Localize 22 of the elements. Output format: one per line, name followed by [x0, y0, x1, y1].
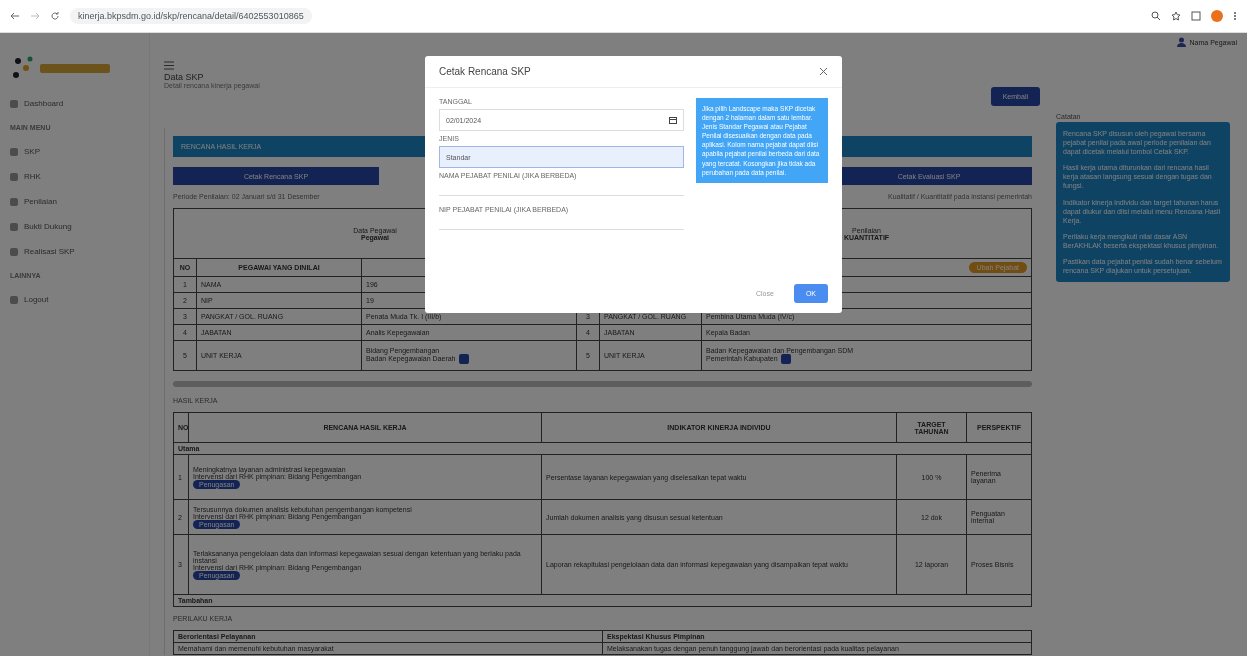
sidebar-item[interactable]: Bukti Dukung	[10, 222, 139, 231]
sidebar-item[interactable]: RHK	[10, 172, 139, 181]
close-icon[interactable]	[819, 67, 828, 76]
zoom-icon[interactable]	[1151, 11, 1161, 21]
sidebar-item[interactable]: Dashboard	[10, 99, 139, 108]
address-bar[interactable]: kinerja.bkpsdm.go.id/skp/rencana/detail/6402553010865	[70, 8, 312, 24]
profile-avatar[interactable]	[1211, 10, 1223, 22]
back-arrow-icon[interactable]	[10, 11, 20, 21]
dialog-title: Cetak Rencana SKP	[439, 66, 531, 77]
page-title: Data SKP	[164, 72, 205, 82]
menu-icon[interactable]	[164, 61, 174, 70]
user-icon	[1176, 37, 1186, 47]
more-menu-icon[interactable]	[1233, 11, 1237, 21]
star-icon[interactable]	[1171, 11, 1181, 21]
sidebar-item[interactable]: Logout	[10, 295, 139, 304]
horizontal-scrollbar[interactable]	[173, 381, 1032, 387]
sidebar-panel-icon[interactable]	[1191, 11, 1201, 21]
sidebar-item[interactable]: Penilaian	[10, 197, 139, 206]
sidebar-item[interactable]: Realisasi SKP	[10, 247, 139, 256]
reload-icon[interactable]	[50, 11, 60, 21]
calendar-icon[interactable]	[669, 116, 677, 124]
sidebar-item[interactable]: SKP	[10, 147, 139, 156]
